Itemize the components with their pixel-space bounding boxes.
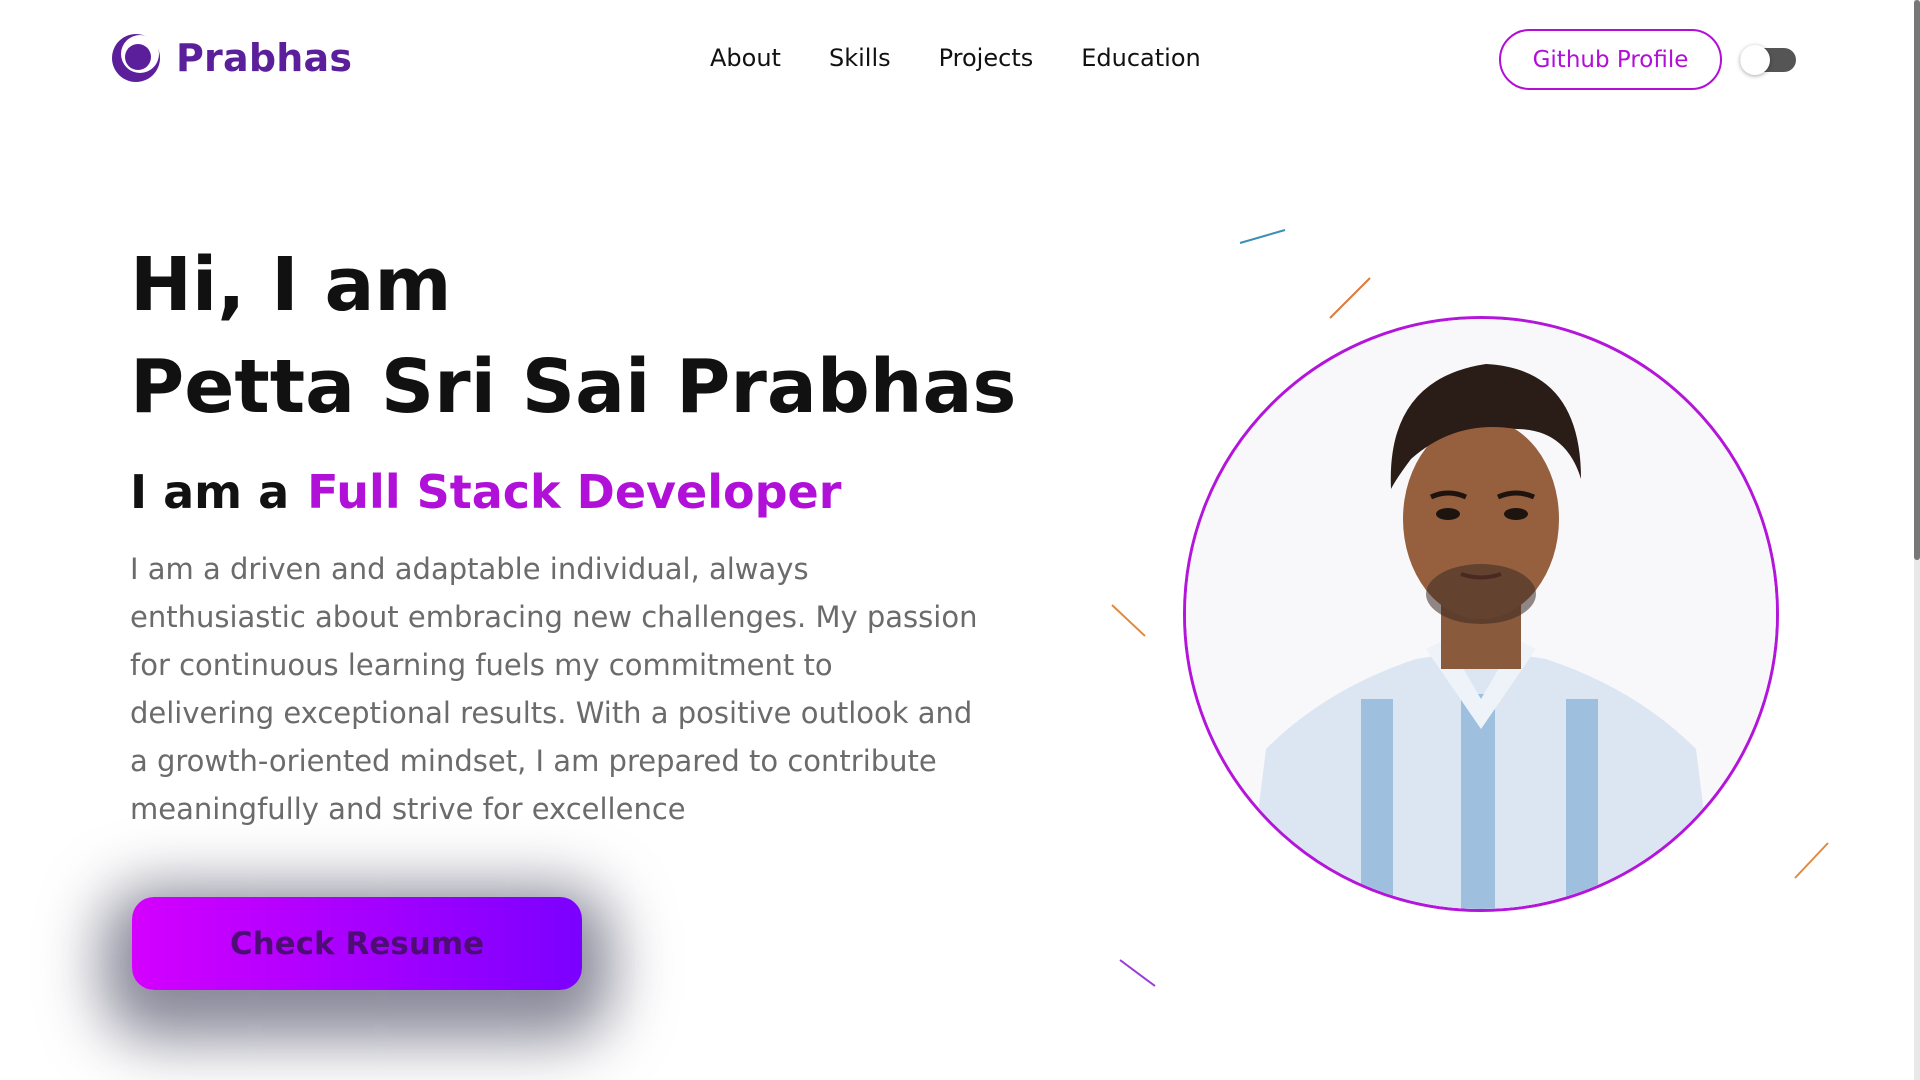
role-title: Full Stack Developer [307,465,842,519]
navbar: Prabhas About Skills Projects Education … [0,0,1920,122]
role-prefix: I am a [130,465,290,519]
nav-link-skills[interactable]: Skills [829,44,891,72]
profile-photo-frame [1183,316,1779,912]
check-resume-button[interactable]: Check Resume [132,897,582,990]
page-scrollbar[interactable] [1914,0,1920,1080]
page-scrollbar-thumb[interactable] [1914,0,1920,560]
nav-link-about[interactable]: About [710,44,781,72]
nav-link-projects[interactable]: Projects [939,44,1034,72]
streak-line [1111,604,1146,637]
theme-toggle[interactable] [1740,45,1796,75]
crescent-logo-icon [112,34,160,82]
streak-line [1239,229,1286,244]
hero-name: Petta Sri Sai Prabhas [130,344,1017,430]
theme-toggle-knob [1740,45,1770,75]
hero-role-line: I am a Full Stack Developer [130,465,841,519]
hero-greeting: Hi, I am [130,242,452,328]
brand-name: Prabhas [176,36,353,80]
hero-bio: I am a driven and adaptable individual, … [130,552,978,826]
profile-photo [1186,319,1776,909]
streak-line [1794,842,1829,879]
nav-links: About Skills Projects Education [710,44,1201,72]
brand-logo[interactable]: Prabhas [110,32,352,84]
streak-line [1119,959,1156,987]
github-profile-button[interactable]: Github Profile [1499,29,1722,90]
nav-link-education[interactable]: Education [1081,44,1200,72]
streak-line [1329,277,1371,319]
